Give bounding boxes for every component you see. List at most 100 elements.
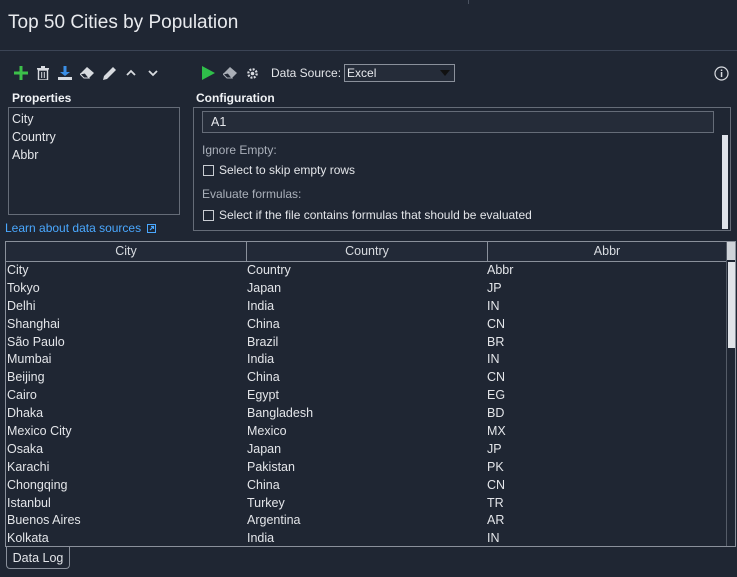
table-cell[interactable]: JP (486, 441, 726, 459)
gear-icon[interactable] (241, 64, 263, 82)
table-cell[interactable]: Istanbul (6, 495, 246, 513)
table-cell[interactable]: Egypt (246, 387, 486, 405)
learn-data-sources-link[interactable]: Learn about data sources (5, 221, 157, 235)
evaluate-formulas-checkbox[interactable] (203, 209, 214, 221)
clear-icon[interactable] (219, 64, 241, 82)
table-row[interactable]: Karachi Pakistan PK (6, 459, 726, 477)
properties-heading: Properties (12, 91, 72, 105)
table-cell[interactable]: China (246, 316, 486, 334)
property-item[interactable]: City (11, 110, 177, 128)
table-row[interactable]: Cairo Egypt EG (6, 387, 726, 405)
data-source-select[interactable]: Excel (344, 64, 456, 82)
table-cell[interactable]: CN (486, 316, 726, 334)
table-cell[interactable]: Tokyo (6, 280, 246, 298)
table-row[interactable]: São Paulo Brazil BR (6, 334, 726, 352)
table-cell[interactable]: Turkey (246, 495, 486, 513)
table-cell[interactable]: CN (486, 477, 726, 495)
play-icon[interactable] (197, 64, 219, 82)
table-cell[interactable]: India (246, 351, 486, 369)
table-cell[interactable]: AR (486, 512, 726, 530)
table-cell[interactable]: Bangladesh (246, 405, 486, 423)
run-toolbar: Data Source: Excel (197, 64, 456, 82)
column-header-country[interactable]: Country (247, 242, 488, 262)
table-row[interactable]: Kolkata India IN (6, 530, 726, 546)
table-cell[interactable]: Country (246, 262, 486, 280)
table-cell[interactable]: São Paulo (6, 334, 246, 352)
table-cell[interactable]: Kolkata (6, 530, 246, 546)
table-cell[interactable]: IN (486, 298, 726, 316)
table-cell[interactable]: Delhi (6, 298, 246, 316)
data-source-value: Excel (347, 66, 377, 80)
table-cell[interactable]: Karachi (6, 459, 246, 477)
learn-link-text: Learn about data sources (5, 221, 142, 235)
table-cell[interactable]: Mexico (246, 423, 486, 441)
skip-empty-checkbox[interactable] (203, 164, 214, 176)
table-cell[interactable]: Argentina (246, 512, 486, 530)
table-cell[interactable]: Beijing (6, 369, 246, 387)
range-input[interactable]: A1 (202, 111, 714, 133)
table-cell[interactable]: EG (486, 387, 726, 405)
table-cell[interactable]: Brazil (246, 334, 486, 352)
table-cell[interactable]: Mumbai (6, 351, 246, 369)
table-row[interactable]: Beijing China CN (6, 369, 726, 387)
download-icon[interactable] (54, 64, 76, 82)
table-cell[interactable]: BD (486, 405, 726, 423)
table-row[interactable]: Shanghai China CN (6, 316, 726, 334)
property-item[interactable]: Country (11, 128, 177, 146)
table-cell[interactable]: Buenos Aires (6, 512, 246, 530)
table-row[interactable]: Osaka Japan JP (6, 441, 726, 459)
table-cell[interactable]: Shanghai (6, 316, 246, 334)
table-cell[interactable]: IN (486, 351, 726, 369)
table-cell[interactable]: PK (486, 459, 726, 477)
chevron-up-icon[interactable] (120, 64, 142, 82)
table-cell[interactable]: Pakistan (246, 459, 486, 477)
table-cell[interactable]: BR (486, 334, 726, 352)
table-row[interactable]: Buenos Aires Argentina AR (6, 512, 726, 530)
table-cell[interactable]: India (246, 530, 486, 546)
table-row[interactable]: Chongqing China CN (6, 477, 726, 495)
table-cell[interactable]: TR (486, 495, 726, 513)
eraser-icon[interactable] (76, 64, 98, 82)
table-cell[interactable]: Japan (246, 441, 486, 459)
table-cell[interactable]: JP (486, 280, 726, 298)
column-header-city[interactable]: City (6, 242, 247, 262)
scroll-top-button[interactable] (727, 242, 735, 260)
table-row[interactable]: City Country Abbr (6, 262, 726, 280)
table-row[interactable]: Dhaka Bangladesh BD (6, 405, 726, 423)
tab-data-log[interactable]: Data Log (6, 547, 70, 569)
grid-scrollbar[interactable] (726, 242, 735, 546)
table-cell[interactable]: Mexico City (6, 423, 246, 441)
scroll-thumb[interactable] (728, 262, 735, 348)
info-icon[interactable] (714, 66, 729, 84)
delete-icon[interactable] (32, 64, 54, 82)
table-row[interactable]: Istanbul Turkey TR (6, 495, 726, 513)
table-cell[interactable]: CN (486, 369, 726, 387)
data-grid: City Country Abbr City Country Abbr Tokyo Ja… (5, 241, 736, 547)
table-cell[interactable]: India (246, 298, 486, 316)
table-cell[interactable]: Abbr (486, 262, 726, 280)
table-row[interactable]: Mexico City Mexico MX (6, 423, 726, 441)
table-row[interactable]: Tokyo Japan JP (6, 280, 726, 298)
grid-body: City Country Abbr Tokyo Japan JP Delhi India IN S… (6, 262, 726, 546)
skip-empty-checkbox-row[interactable]: Select to skip empty rows (203, 163, 355, 177)
evaluate-formulas-label: Evaluate formulas: (202, 187, 302, 201)
table-cell[interactable]: China (246, 369, 486, 387)
table-cell[interactable]: IN (486, 530, 726, 546)
table-cell[interactable]: MX (486, 423, 726, 441)
table-row[interactable]: Mumbai India IN (6, 351, 726, 369)
table-cell[interactable]: Japan (246, 280, 486, 298)
add-icon[interactable] (10, 64, 32, 82)
configuration-scrollbar[interactable] (722, 135, 728, 229)
table-cell[interactable]: City (6, 262, 246, 280)
column-header-abbr[interactable]: Abbr (488, 242, 727, 262)
table-row[interactable]: Delhi India IN (6, 298, 726, 316)
pencil-icon[interactable] (98, 64, 120, 82)
table-cell[interactable]: Chongqing (6, 477, 246, 495)
property-item[interactable]: Abbr (11, 146, 177, 164)
table-cell[interactable]: China (246, 477, 486, 495)
table-cell[interactable]: Cairo (6, 387, 246, 405)
table-cell[interactable]: Osaka (6, 441, 246, 459)
chevron-down-icon[interactable] (142, 64, 164, 82)
table-cell[interactable]: Dhaka (6, 405, 246, 423)
evaluate-formulas-checkbox-row[interactable]: Select if the file contains formulas tha… (203, 208, 532, 222)
